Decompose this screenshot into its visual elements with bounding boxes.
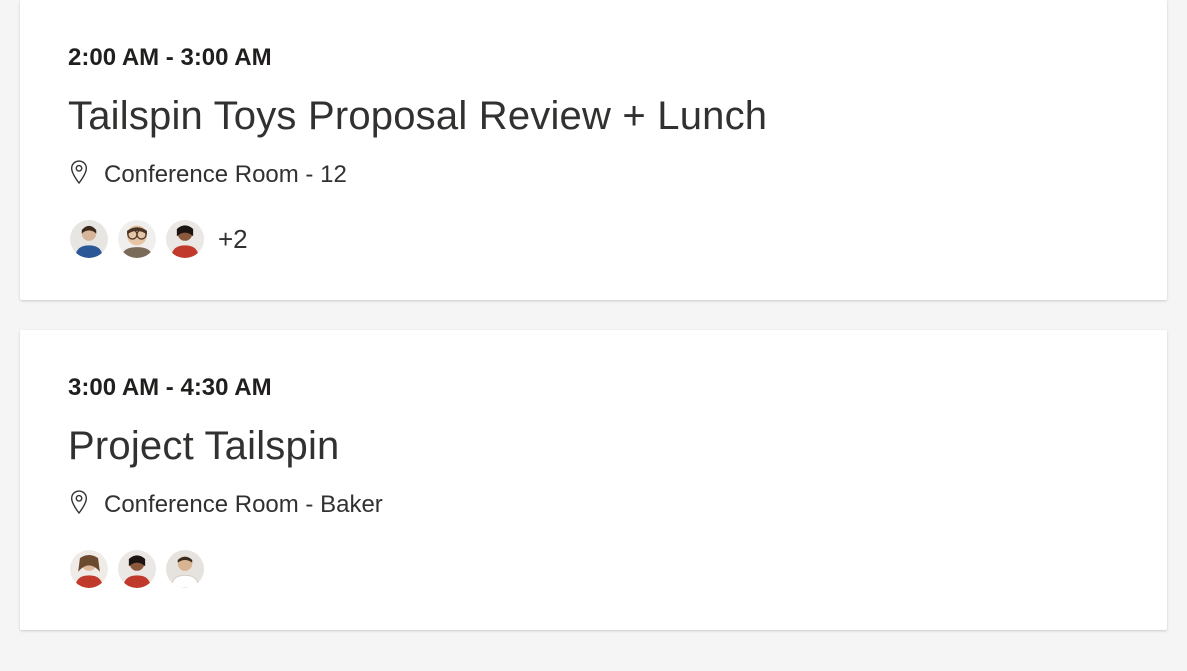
attendee-avatar[interactable] bbox=[68, 218, 110, 260]
event-time: 3:00 AM - 4:30 AM bbox=[68, 374, 1167, 402]
attendee-avatar[interactable] bbox=[164, 218, 206, 260]
event-card[interactable]: 2:00 AM - 3:00 AM Tailspin Toys Proposal… bbox=[20, 0, 1167, 300]
event-time: 2:00 AM - 3:00 AM bbox=[68, 44, 1167, 72]
event-title: Tailspin Toys Proposal Review + Lunch bbox=[68, 94, 1167, 139]
events-container: 2:00 AM - 3:00 AM Tailspin Toys Proposal… bbox=[0, 0, 1187, 630]
attendees-row: +2 bbox=[68, 218, 1167, 260]
attendee-avatar[interactable] bbox=[68, 548, 110, 590]
event-title: Project Tailspin bbox=[68, 424, 1167, 469]
event-location-row: Conference Room - 12 bbox=[68, 159, 1167, 190]
event-location: Conference Room - Baker bbox=[104, 491, 383, 519]
location-pin-icon bbox=[68, 489, 90, 520]
attendee-avatar[interactable] bbox=[164, 548, 206, 590]
attendee-avatar[interactable] bbox=[116, 218, 158, 260]
attendees-row bbox=[68, 548, 1167, 590]
event-card[interactable]: 3:00 AM - 4:30 AM Project Tailspin Confe… bbox=[20, 330, 1167, 630]
attendee-avatar[interactable] bbox=[116, 548, 158, 590]
event-location: Conference Room - 12 bbox=[104, 161, 347, 189]
location-pin-icon bbox=[68, 159, 90, 190]
event-location-row: Conference Room - Baker bbox=[68, 489, 1167, 520]
attendee-more-count[interactable]: +2 bbox=[218, 224, 248, 255]
